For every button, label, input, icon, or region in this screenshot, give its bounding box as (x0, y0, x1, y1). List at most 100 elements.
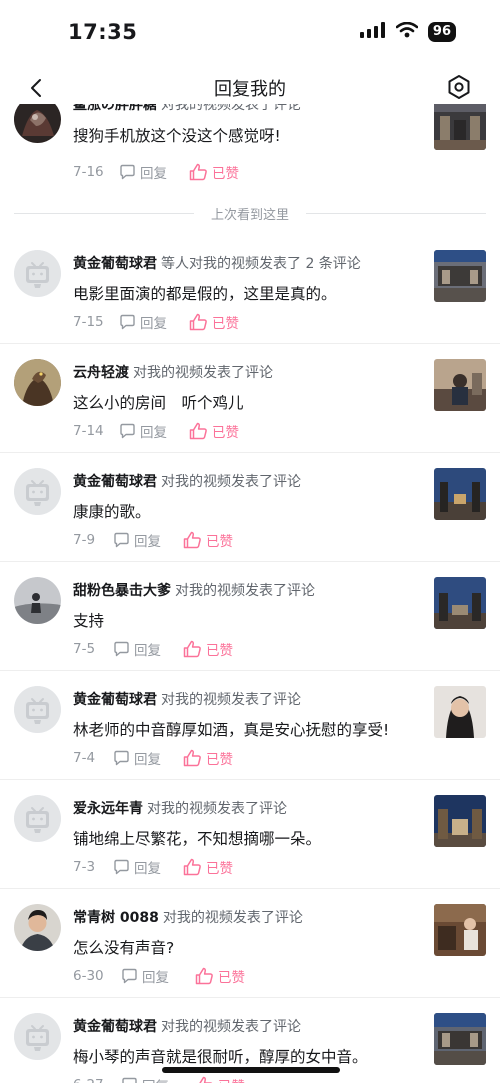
username[interactable]: 云舟轻渡 (73, 365, 129, 381)
user-avatar[interactable] (14, 686, 61, 733)
video-thumbnail[interactable] (434, 468, 486, 520)
settings-button[interactable] (446, 74, 474, 102)
video-thumbnail[interactable] (434, 250, 486, 302)
liked-button[interactable]: 已赞 (189, 162, 239, 182)
status-time: 17:35 (68, 20, 138, 44)
reply-label: 回复 (140, 316, 167, 332)
liked-button[interactable]: 已赞 (195, 1075, 245, 1083)
reply-label: 回复 (134, 752, 161, 768)
comment-text[interactable]: 梅小琴的声音就是很耐听，醇厚的女中音。 (73, 1045, 368, 1067)
reply-header: 鳌涨の胖胖糖 对我的视频发表了评论 (73, 104, 301, 114)
comment-text[interactable]: 电影里面演的都是假的，这里是真的。 (73, 282, 337, 304)
username[interactable]: 黄金葡萄球君 (73, 692, 157, 708)
reply-button[interactable]: 回复 (113, 639, 183, 659)
reply-date: 6-30 (73, 968, 104, 984)
reply-header: 黄金葡萄球君 对我的视频发表了评论 (73, 1016, 301, 1036)
liked-label: 已赞 (206, 534, 233, 550)
status-icons: 96 (359, 21, 456, 42)
liked-button[interactable]: 已赞 (183, 639, 233, 659)
liked-label: 已赞 (218, 1075, 245, 1083)
comment-text[interactable]: 搜狗手机放这个没这个感觉呀! (73, 124, 281, 146)
comment-text[interactable]: 林老师的中音醇厚如酒，真是安心抚慰的享受! (73, 718, 389, 740)
reply-action-text: 对我的视频发表了评论 (161, 474, 301, 490)
reply-meta: 7-9 回复 已赞 (73, 530, 233, 550)
liked-button[interactable]: 已赞 (189, 312, 239, 332)
video-thumbnail[interactable] (434, 686, 486, 738)
reply-button[interactable]: 回复 (119, 312, 189, 332)
user-avatar[interactable] (14, 104, 61, 143)
liked-label: 已赞 (212, 425, 239, 441)
reply-item[interactable]: 鳌涨の胖胖糖 对我的视频发表了评论 搜狗手机放这个没这个感觉呀! 7-16 回复 … (0, 104, 500, 192)
liked-button[interactable]: 已赞 (183, 530, 233, 550)
comment-text[interactable]: 怎么没有声音? (73, 936, 174, 958)
username[interactable]: 常青树 0088 (73, 910, 159, 926)
comment-text[interactable]: 这么小的房间 听个鸡儿 (73, 391, 244, 413)
liked-button[interactable]: 已赞 (189, 421, 239, 441)
battery-indicator: 96 (427, 22, 456, 42)
reply-meta: 6-30 回复 已赞 (73, 966, 245, 986)
comment-text[interactable]: 康康的歌。 (73, 500, 151, 522)
reply-label: 回复 (134, 643, 161, 659)
reply-header: 常青树 0088 对我的视频发表了评论 (73, 907, 303, 927)
user-avatar[interactable] (14, 468, 61, 515)
thumbs-up-icon (189, 422, 207, 440)
reply-label: 回复 (140, 166, 167, 182)
comment-bubble-icon (120, 164, 135, 180)
reply-action-text: 对我的视频发表了评论 (162, 910, 303, 926)
default-tv-avatar-icon (14, 250, 61, 297)
comment-bubble-icon (120, 423, 135, 439)
reply-button[interactable]: 回复 (121, 966, 195, 986)
user-avatar[interactable] (14, 1013, 61, 1060)
reply-button[interactable]: 回复 (119, 421, 189, 441)
reply-item[interactable]: 爱永远年青 对我的视频发表了评论 铺地绵上尽繁花，不知想摘哪一朵。 7-3 回复 … (0, 780, 500, 889)
video-thumbnail[interactable] (434, 795, 486, 847)
reply-button[interactable]: 回复 (113, 748, 183, 768)
reply-feed[interactable]: 鳌涨の胖胖糖 对我的视频发表了评论 搜狗手机放这个没这个感觉呀! 7-16 回复 … (0, 104, 500, 1083)
user-avatar[interactable] (14, 250, 61, 297)
user-avatar[interactable] (14, 795, 61, 842)
reply-item[interactable]: 云舟轻渡 对我的视频发表了评论 这么小的房间 听个鸡儿 7-14 回复 已赞 (0, 344, 500, 453)
divider-line (306, 213, 486, 214)
video-thumbnail[interactable] (434, 359, 486, 411)
reply-button[interactable]: 回复 (121, 1075, 195, 1083)
reply-action-text: 对我的视频发表了评论 (161, 1019, 301, 1035)
reply-button[interactable]: 回复 (119, 162, 189, 182)
wifi-icon (395, 21, 419, 42)
username[interactable]: 黄金葡萄球君 (73, 1019, 157, 1035)
user-avatar[interactable] (14, 577, 61, 624)
video-thumbnail[interactable] (434, 1013, 486, 1065)
username[interactable]: 鳌涨の胖胖糖 (73, 104, 157, 113)
user-avatar[interactable] (14, 359, 61, 406)
reply-item[interactable]: 常青树 0088 对我的视频发表了评论 怎么没有声音? 6-30 回复 已赞 (0, 889, 500, 998)
comment-bubble-icon (122, 1077, 137, 1083)
comment-text[interactable]: 铺地绵上尽繁花，不知想摘哪一朵。 (73, 827, 321, 849)
reply-button[interactable]: 回复 (113, 530, 183, 550)
username[interactable]: 黄金葡萄球君 (73, 474, 157, 490)
user-avatar[interactable] (14, 904, 61, 951)
default-tv-avatar-icon (14, 468, 61, 515)
reply-button[interactable]: 回复 (113, 857, 183, 877)
liked-button[interactable]: 已赞 (183, 857, 233, 877)
username[interactable]: 黄金葡萄球君 (73, 256, 157, 272)
reply-item[interactable]: 黄金葡萄球君 对我的视频发表了评论 林老师的中音醇厚如酒，真是安心抚慰的享受! 7… (0, 671, 500, 780)
comment-bubble-icon (114, 641, 129, 657)
comment-text[interactable]: 支持 (73, 609, 104, 631)
video-thumbnail[interactable] (434, 904, 486, 956)
reply-date: 7-4 (73, 750, 96, 766)
reply-header: 甜粉色暴击大爹 对我的视频发表了评论 (73, 580, 315, 600)
username[interactable]: 甜粉色暴击大爹 (73, 583, 171, 599)
reply-item[interactable]: 黄金葡萄球君 对我的视频发表了评论 康康的歌。 7-9 回复 已赞 (0, 453, 500, 562)
thumbs-up-icon (199, 1076, 213, 1083)
reply-item[interactable]: 黄金葡萄球君 等人对我的视频发表了 2 条评论 电影里面演的都是假的，这里是真的。… (0, 235, 500, 344)
thumbs-up-icon (195, 967, 213, 985)
reply-item[interactable]: 甜粉色暴击大爹 对我的视频发表了评论 支持 7-5 回复 已赞 (0, 562, 500, 671)
liked-button[interactable]: 已赞 (183, 748, 233, 768)
video-thumbnail[interactable] (434, 577, 486, 629)
reply-meta: 7-4 回复 已赞 (73, 748, 233, 768)
username[interactable]: 爱永远年青 (73, 801, 143, 817)
reply-action-text: 对我的视频发表了评论 (161, 104, 301, 113)
video-thumbnail[interactable] (434, 104, 486, 150)
gray-photo-avatar-icon (14, 577, 61, 624)
liked-button[interactable]: 已赞 (195, 966, 245, 986)
eagle-photo-avatar-icon (14, 359, 61, 406)
